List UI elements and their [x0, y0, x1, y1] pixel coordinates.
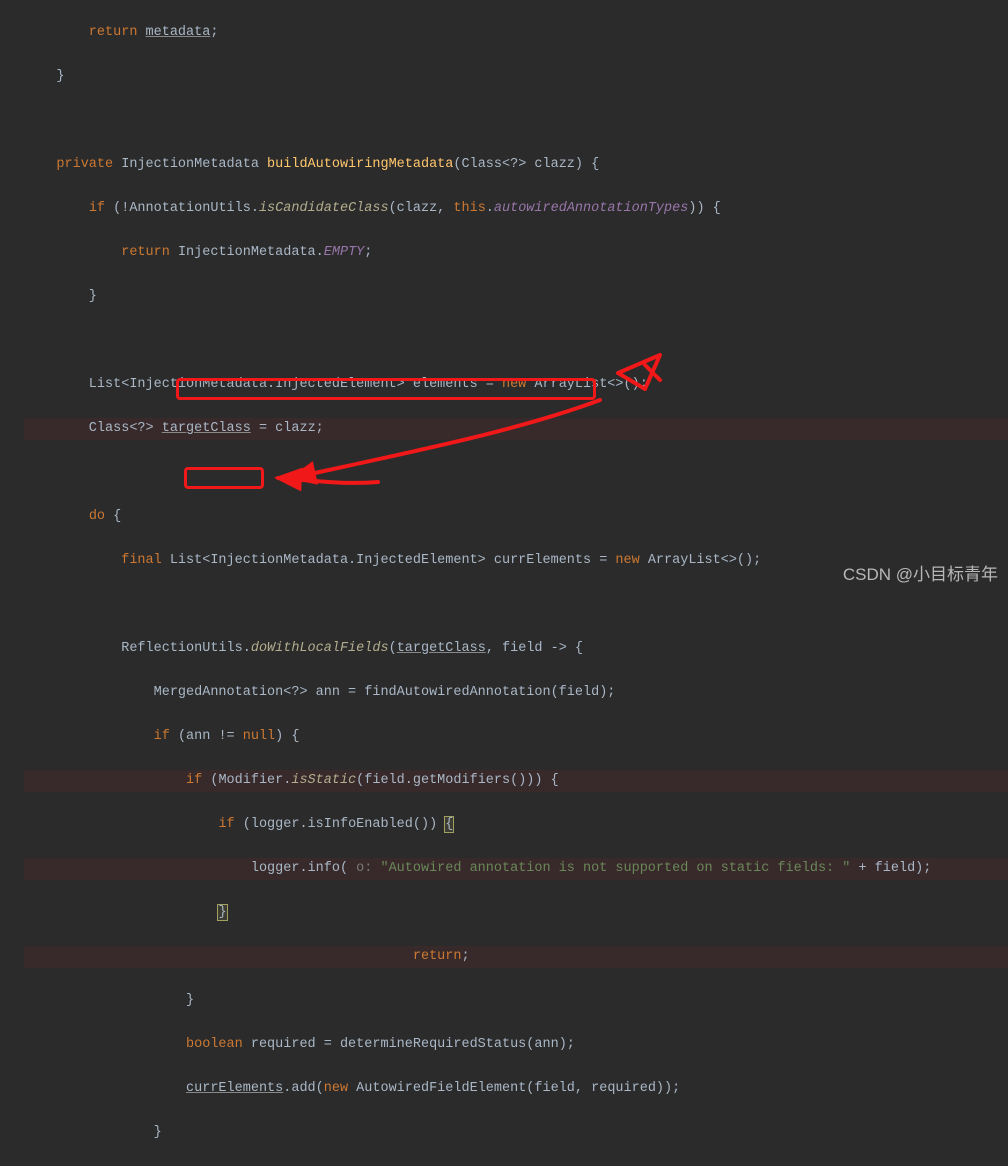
- param-hint: o:: [348, 861, 380, 876]
- code-line: return;: [24, 946, 1008, 968]
- brace-close: }: [218, 905, 226, 920]
- code-line: Class<?> targetClass = clazz;: [24, 418, 1008, 440]
- string-literal: "Autowired annotation is not supported o…: [380, 861, 850, 876]
- code-line: [24, 110, 1008, 132]
- keyword-return: return: [218, 949, 461, 964]
- code-line: return metadata;: [24, 22, 1008, 44]
- code-line: do {: [24, 506, 1008, 528]
- code-line: MergedAnnotation<?> ann = findAutowiredA…: [24, 682, 1008, 704]
- code-line: if (Modifier.isStatic(field.getModifiers…: [24, 770, 1008, 792]
- code-line: if (!AnnotationUtils.isCandidateClass(cl…: [24, 198, 1008, 220]
- code-line: List<InjectionMetadata.InjectedElement> …: [24, 374, 1008, 396]
- code-line: [24, 462, 1008, 484]
- code-line: return InjectionMetadata.EMPTY;: [24, 242, 1008, 264]
- code-line: [24, 330, 1008, 352]
- code-line: }: [24, 1122, 1008, 1144]
- code-line: ReflectionUtils.doWithLocalFields(target…: [24, 638, 1008, 660]
- code-line: boolean required = determineRequiredStat…: [24, 1034, 1008, 1056]
- code-line: [24, 594, 1008, 616]
- code-line: }: [24, 990, 1008, 1012]
- code-line: }: [24, 286, 1008, 308]
- code-line: }: [24, 902, 1008, 924]
- code-line: }: [24, 66, 1008, 88]
- method-name: buildAutowiringMetadata: [267, 157, 453, 172]
- code-line: if (logger.isInfoEnabled()) {: [24, 814, 1008, 836]
- watermark-text: CSDN @小目标青年: [843, 564, 998, 586]
- keyword-private: private: [24, 157, 121, 172]
- code-line: private InjectionMetadata buildAutowirin…: [24, 154, 1008, 176]
- var-metadata: metadata: [146, 25, 211, 40]
- keyword-return: return: [24, 25, 146, 40]
- brace-open: {: [445, 817, 453, 832]
- code-line: currElements.add(new AutowiredFieldEleme…: [24, 1078, 1008, 1100]
- code-line: logger.info( o: "Autowired annotation is…: [24, 858, 1008, 880]
- code-line: if (ann != null) {: [24, 726, 1008, 748]
